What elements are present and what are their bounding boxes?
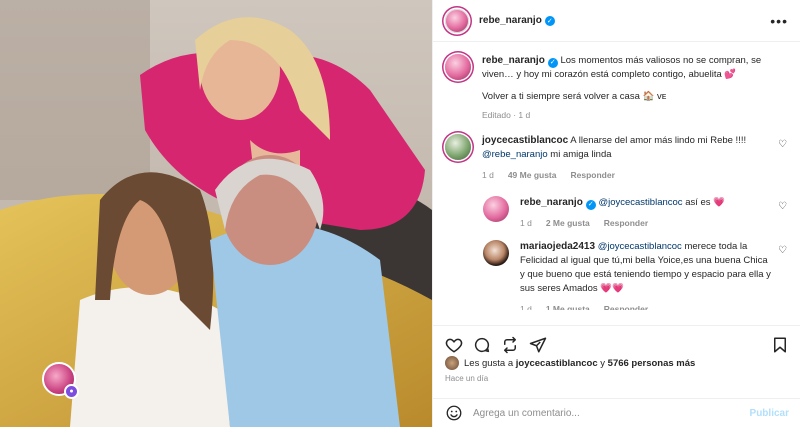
caption: rebe_naranjo ✓ Los momentos más valiosos …	[445, 54, 788, 122]
comment-likes[interactable]: 49 Me gusta	[508, 168, 557, 182]
post-actions-bar	[433, 325, 800, 355]
repost-icon[interactable]	[501, 336, 519, 354]
tag-icon: ●	[64, 384, 79, 399]
comment-time[interactable]: 1 d	[482, 168, 494, 182]
bookmark-icon[interactable]	[771, 336, 789, 354]
reply-text: así es	[682, 197, 714, 208]
post-photo[interactable]: ●	[0, 0, 432, 427]
reply-author-avatar[interactable]	[483, 240, 509, 266]
author-username[interactable]: rebe_naranjo	[479, 15, 542, 26]
comments-list: rebe_naranjo ✓ Los momentos más valiosos …	[433, 42, 800, 310]
reply-likes[interactable]: 2 Me gusta	[546, 216, 590, 230]
reply-username[interactable]: mariaojeda2413	[520, 241, 595, 252]
post-header: rebe_naranjo ✓ •••	[433, 0, 800, 42]
comment-item: joycecastiblancoc A llenarse del amor má…	[445, 134, 788, 182]
caption-author-avatar[interactable]	[445, 54, 471, 80]
caption-meta: Editado · 1 d	[482, 110, 531, 120]
reply-like-heart-icon[interactable]: ♡	[778, 245, 788, 256]
liker-avatar[interactable]	[445, 356, 459, 370]
reply-like-heart-icon[interactable]: ♡	[778, 201, 788, 212]
commenter-avatar[interactable]	[445, 134, 471, 160]
reply-meta: 1 d 1 Me gusta Responder	[520, 302, 774, 310]
post-timestamp[interactable]: Hace un día	[445, 374, 488, 383]
comment-text: A llenarse del amor más lindo mi Rebe !!…	[570, 135, 747, 146]
heart-icon[interactable]	[445, 336, 463, 354]
tagged-user-badge[interactable]: ●	[42, 362, 79, 399]
author-avatar[interactable]	[445, 8, 469, 33]
reply-reply-button[interactable]: Responder	[604, 302, 648, 310]
reply-meta: 1 d 2 Me gusta Responder	[520, 216, 774, 230]
verified-badge-icon: ✓	[547, 58, 558, 68]
reply-emoji: 💗	[713, 197, 726, 208]
more-options-icon[interactable]: •••	[770, 13, 788, 29]
commenter-username[interactable]: joycecastiblancoc	[482, 135, 568, 146]
likes-user[interactable]: joycecastiblancoc	[516, 358, 598, 369]
caption-username[interactable]: rebe_naranjo	[482, 55, 545, 66]
comment-icon[interactable]	[473, 336, 491, 354]
likes-prefix: Les gusta a	[464, 357, 516, 369]
caption-text-2: Volver a ti siempre será volver a casa 🏠…	[482, 91, 667, 102]
likes-middle: y	[597, 357, 608, 369]
reply-item: mariaojeda2413 @joycecastiblancoc merece…	[483, 240, 788, 310]
reply-author-avatar[interactable]	[483, 196, 509, 222]
reply-likes[interactable]: 1 Me gusta	[546, 302, 590, 310]
reply-username[interactable]: rebe_naranjo	[520, 197, 583, 208]
publish-button[interactable]: Publicar	[750, 408, 789, 419]
likes-count[interactable]: 5766 personas más	[608, 358, 696, 369]
reply-time[interactable]: 1 d	[520, 216, 532, 230]
send-icon[interactable]	[529, 336, 547, 354]
comment-meta: 1 d 49 Me gusta Responder	[482, 168, 774, 182]
comment-reply-button[interactable]: Responder	[570, 168, 614, 182]
verified-badge-icon: ✓	[585, 200, 596, 210]
comment-input[interactable]	[473, 407, 740, 419]
comment-text-2: mi amiga linda	[547, 149, 612, 160]
reply-mention[interactable]: @joycecastiblancoc	[598, 241, 682, 252]
comment-like-heart-icon[interactable]: ♡	[778, 139, 788, 150]
reply-time[interactable]: 1 d	[520, 302, 532, 310]
likes-summary: Les gusta a joycecastiblancoc y 5766 per…	[445, 356, 695, 370]
comment-composer: Publicar	[433, 398, 800, 427]
emoji-icon[interactable]	[445, 404, 463, 422]
reply-reply-button[interactable]: Responder	[604, 216, 648, 230]
reply-item: rebe_naranjo ✓ @joycecastiblancoc así es …	[483, 196, 788, 230]
comment-mention[interactable]: @rebe_naranjo	[482, 149, 548, 160]
post-sidebar: rebe_naranjo ✓ ••• rebe_naranjo ✓ Los mom…	[432, 0, 800, 427]
verified-badge-icon: ✓	[544, 15, 555, 26]
reply-emoji: 💗💗	[600, 283, 624, 294]
reply-mention[interactable]: @joycecastiblancoc	[598, 197, 682, 208]
